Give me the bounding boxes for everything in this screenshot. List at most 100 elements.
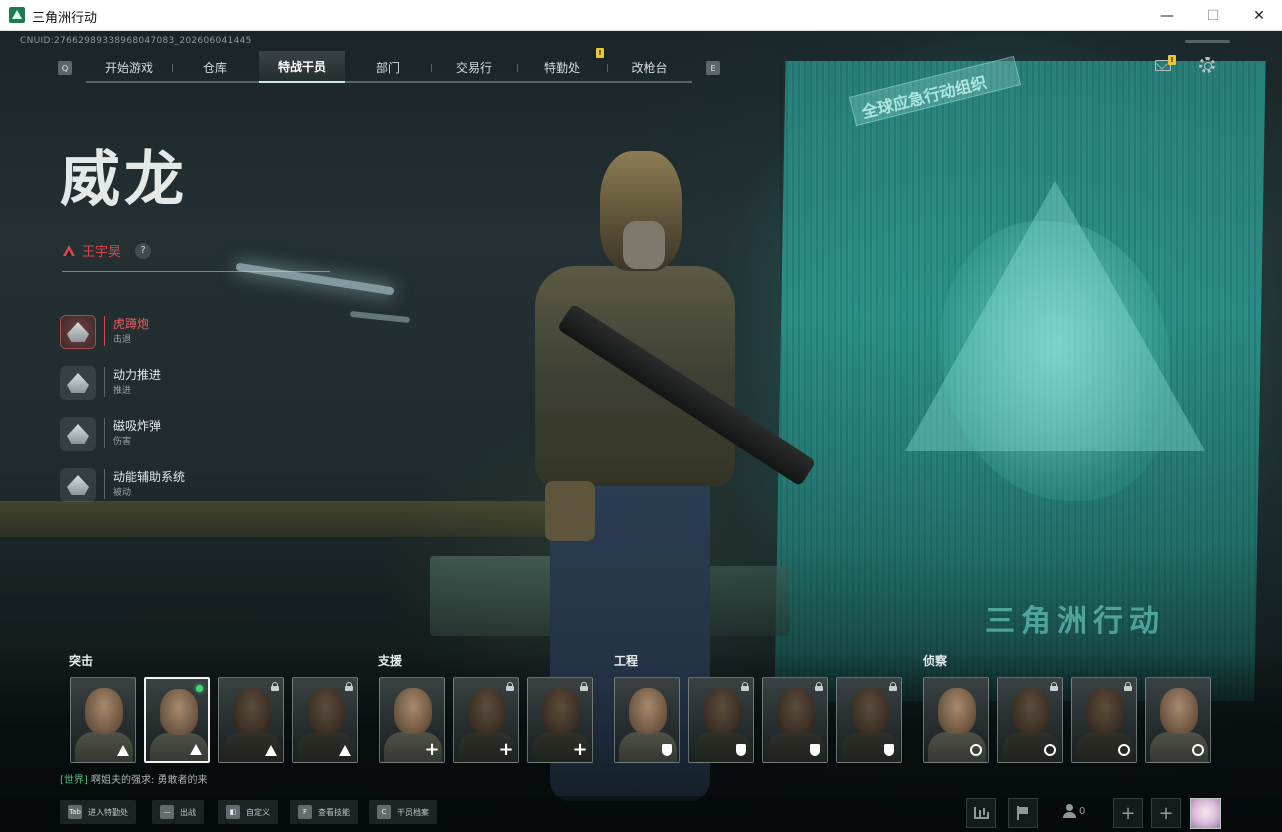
operator-profile-button[interactable]: C 干员档案 xyxy=(369,800,437,824)
maximize-button[interactable]: ☐ xyxy=(1190,0,1236,31)
lock-icon xyxy=(815,682,823,691)
operator-card-engineer[interactable] xyxy=(688,677,754,763)
chat-channel: [世界] xyxy=(60,775,88,786)
operator-card-assault[interactable] xyxy=(218,677,284,763)
ceiling-light xyxy=(235,262,395,296)
roster-group-support: 支援 xyxy=(378,654,403,668)
support-class-icon xyxy=(425,743,439,757)
bottom-action-bar: Tab 进入特勤处 — 出战 ◧ 自定义 F 查看技能 C 干员档案 0 + + xyxy=(0,796,1282,832)
operator-card-recon[interactable] xyxy=(1145,677,1211,763)
world-chat-line[interactable]: [世界] 啊姐夫的强求: 勇敢者的来 xyxy=(60,771,208,786)
operator-portrait xyxy=(160,689,198,735)
operator-portrait xyxy=(851,688,889,734)
operator-name: 威龙 xyxy=(60,145,188,215)
mail-notification-badge: ! xyxy=(1168,55,1176,65)
operator-portrait xyxy=(1086,688,1124,734)
support-class-icon xyxy=(499,743,513,757)
ceiling-light-small xyxy=(349,310,411,324)
selected-status-dot xyxy=(196,685,203,692)
operator-card-engineer[interactable] xyxy=(614,677,680,763)
operator-card-engineer[interactable] xyxy=(762,677,828,763)
roster-group-recon: 侦察 xyxy=(923,654,948,668)
flag-icon xyxy=(1017,806,1029,820)
friends-button[interactable]: 0 xyxy=(1063,804,1085,818)
add-slot-button[interactable]: + xyxy=(1151,798,1181,828)
recon-class-icon xyxy=(1043,743,1057,757)
ability-type: 击退 xyxy=(113,335,132,345)
lock-icon xyxy=(1124,682,1132,691)
lock-icon xyxy=(580,682,588,691)
operator-card-support[interactable] xyxy=(527,677,593,763)
nav-prev-key[interactable]: Q xyxy=(58,61,72,75)
assault-class-icon xyxy=(189,742,203,756)
support-class-icon xyxy=(573,743,587,757)
bomb-icon xyxy=(60,417,96,451)
stats-button[interactable] xyxy=(966,798,996,828)
key-hint: — xyxy=(160,805,174,819)
operator-card-recon[interactable] xyxy=(997,677,1063,763)
ability-kinetic-assist[interactable]: 动能辅助系统 被动 xyxy=(60,466,310,506)
ability-name: 动能辅助系统 xyxy=(113,470,186,484)
operator-portrait xyxy=(85,688,123,734)
tab-gunsmith[interactable]: 改枪台 xyxy=(607,51,692,83)
tab-warehouse[interactable]: 仓库 xyxy=(172,51,258,83)
tab-department[interactable]: 部门 xyxy=(345,51,431,83)
tab-market[interactable]: 交易行 xyxy=(431,51,517,83)
lock-icon xyxy=(741,682,749,691)
engineer-class-icon xyxy=(734,743,748,757)
exosuit-icon xyxy=(60,468,96,502)
operator-card-assault[interactable] xyxy=(292,677,358,763)
lock-icon xyxy=(1050,682,1058,691)
player-avatar[interactable] xyxy=(1190,798,1221,829)
assault-class-icon xyxy=(62,244,76,257)
operator-card-assault[interactable] xyxy=(144,677,210,763)
operator-real-name: 王宇昊 xyxy=(82,245,122,260)
engineer-class-icon xyxy=(882,743,896,757)
window-title: 三角洲行动 xyxy=(32,11,98,26)
settings-gear-icon[interactable] xyxy=(1199,57,1215,73)
tab-start-game[interactable]: 开始游戏 xyxy=(86,51,172,83)
operator-card-assault[interactable] xyxy=(70,677,136,763)
tab-special-ops[interactable]: 特勤处 xyxy=(517,51,607,83)
deploy-button[interactable]: — 出战 xyxy=(152,800,204,824)
add-slot-button[interactable]: + xyxy=(1113,798,1143,828)
operator-card-recon[interactable] xyxy=(1071,677,1137,763)
cannon-icon xyxy=(60,315,96,349)
operator-portrait xyxy=(1012,688,1050,734)
ability-tiger-cannon[interactable]: 虎蹲炮 击退 xyxy=(60,313,310,353)
recon-class-icon xyxy=(1191,743,1205,757)
operator-portrait xyxy=(938,688,976,734)
recon-class-icon xyxy=(1117,743,1131,757)
roster-group-engineer: 工程 xyxy=(614,654,639,668)
ability-magnetic-bomb[interactable]: 磁吸炸弹 伤害 xyxy=(60,415,310,455)
key-hint: C xyxy=(377,805,391,819)
operator-card-recon[interactable] xyxy=(923,677,989,763)
report-button[interactable] xyxy=(1008,798,1038,828)
operator-holster xyxy=(545,481,595,541)
operator-card-support[interactable] xyxy=(379,677,445,763)
assault-class-icon xyxy=(116,743,130,757)
minimize-button[interactable]: — xyxy=(1144,0,1190,31)
operator-help-icon[interactable]: ? xyxy=(135,242,152,259)
enter-special-ops-button[interactable]: Tab 进入特勤处 xyxy=(60,800,136,824)
customize-button[interactable]: ◧ 自定义 xyxy=(218,800,278,824)
friends-count: 0 xyxy=(1079,805,1086,817)
operator-portrait xyxy=(307,688,345,734)
ability-type: 被动 xyxy=(113,488,132,498)
action-label: 干员档案 xyxy=(397,807,429,817)
operator-card-support[interactable] xyxy=(453,677,519,763)
roster-group-assault: 突击 xyxy=(69,654,94,668)
ability-type: 推进 xyxy=(113,386,132,396)
operator-portrait xyxy=(394,688,432,734)
tab-operators[interactable]: 特战干员 xyxy=(259,51,345,83)
close-button[interactable]: ✕ xyxy=(1236,0,1282,31)
player-uid: CNUID:276629893389680470​83_202606041445 xyxy=(20,36,252,46)
operator-portrait xyxy=(542,688,580,734)
ability-power-dash[interactable]: 动力推进 推进 xyxy=(60,364,310,404)
app-logo-icon xyxy=(9,7,25,23)
operator-portrait xyxy=(468,688,506,734)
nav-next-key[interactable]: E xyxy=(706,61,720,75)
operator-portrait xyxy=(777,688,815,734)
view-skills-button[interactable]: F 查看技能 xyxy=(290,800,358,824)
operator-card-engineer[interactable] xyxy=(836,677,902,763)
